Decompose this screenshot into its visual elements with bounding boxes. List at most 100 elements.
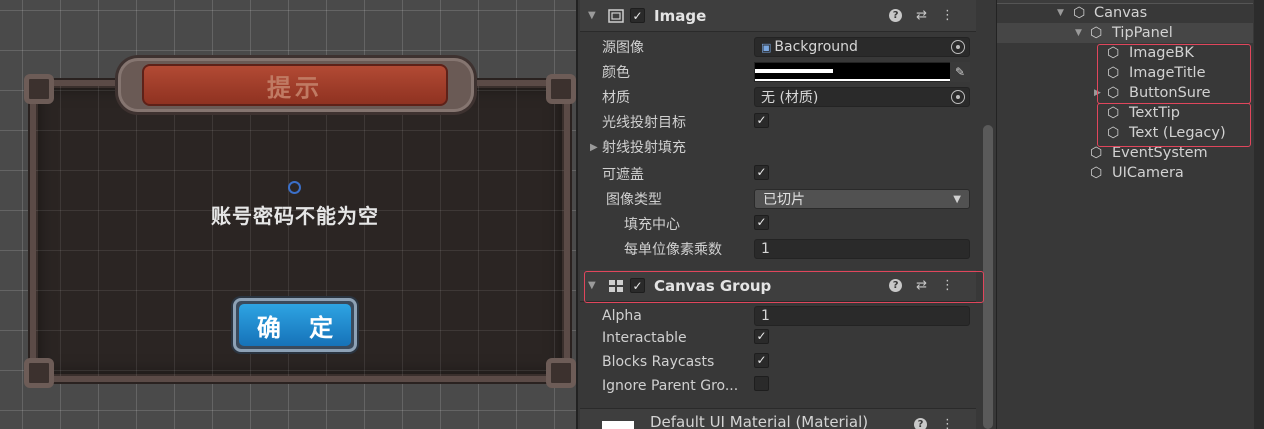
blocks-raycasts-label: Blocks Raycasts (602, 354, 715, 370)
material-row: 材质 无 (材质) (602, 86, 974, 108)
maskable-checkbox[interactable]: ✓ (754, 164, 769, 180)
expand-arrow-icon[interactable]: ▼ (1075, 28, 1082, 38)
ppu-multiplier-row: 每单位像素乘数 1 (602, 238, 974, 260)
foldout-arrow-icon[interactable]: ▼ (588, 280, 596, 291)
expand-arrow-icon[interactable]: ▶ (1094, 88, 1101, 98)
image-type-dropdown[interactable]: 已切片 ▼ (754, 189, 970, 209)
panel-corner-ornament (24, 74, 54, 104)
interactable-row: Interactable ✓ (602, 327, 974, 349)
hierarchy-item-texttip[interactable]: ⬡ TextTip (997, 103, 1253, 123)
interactable-checkbox[interactable]: ✓ (754, 328, 769, 344)
more-menu-icon[interactable]: ⋮ (941, 8, 954, 23)
more-menu-icon[interactable]: ⋮ (941, 278, 954, 293)
help-icon[interactable]: ? (914, 418, 927, 429)
help-icon[interactable]: ? (889, 279, 903, 292)
panel-corner-ornament (546, 74, 576, 104)
raycast-padding-row[interactable]: ▶ 射线投射填充 (590, 136, 974, 158)
hierarchy-item-label: EventSystem (1112, 145, 1208, 161)
ignore-parent-groups-checkbox[interactable] (754, 376, 769, 391)
expand-arrow-icon[interactable]: ▼ (1057, 8, 1064, 18)
image-component-header[interactable]: ▼ ✓ Image ? ⇄ ⋮ (580, 0, 976, 32)
hierarchy-item-imagebk[interactable]: ⬡ ImageBK (997, 43, 1253, 63)
material-label: 材质 (602, 90, 630, 106)
eyedropper-icon[interactable]: ✎ (950, 62, 970, 82)
hierarchy-item-label: ButtonSure (1129, 85, 1211, 101)
ppu-multiplier-field[interactable]: 1 (754, 239, 970, 259)
material-value: 无 (材质) (761, 90, 819, 106)
ppu-multiplier-label: 每单位像素乘数 (624, 242, 722, 258)
fill-center-row: 填充中心 ✓ (602, 213, 974, 235)
inspector-scrollbar[interactable] (983, 125, 993, 429)
hierarchy-item-text-legacy[interactable]: ⬡ Text (Legacy) (997, 123, 1253, 143)
blocks-raycasts-checkbox[interactable]: ✓ (754, 352, 769, 368)
hierarchy-item-label: TextTip (1129, 105, 1180, 121)
image-type-row: 图像类型 已切片 ▼ (602, 188, 974, 210)
more-menu-icon[interactable]: ⋮ (941, 417, 954, 429)
tip-message: 账号密码不能为空 (211, 204, 379, 228)
hierarchy-item-label: TipPanel (1112, 25, 1173, 41)
material-field[interactable]: 无 (材质) (754, 87, 970, 107)
hierarchy-item-imagetitle[interactable]: ⬡ ImageTitle (997, 63, 1253, 83)
canvas-group-header[interactable]: ▼ ✓ Canvas Group ? ⇄ ⋮ (580, 270, 976, 302)
gameobject-cube-icon: ⬡ (1090, 24, 1103, 41)
gameobject-cube-icon: ⬡ (1107, 84, 1120, 101)
pivot-gizmo-icon[interactable] (288, 181, 301, 194)
image-enabled-checkbox[interactable]: ✓ (630, 8, 645, 23)
foldout-arrow-icon[interactable]: ▶ (590, 142, 598, 153)
gameobject-cube-icon: ⬡ (1107, 124, 1120, 141)
hierarchy-item-label: Text (Legacy) (1129, 125, 1226, 141)
raycast-target-checkbox[interactable]: ✓ (754, 112, 769, 128)
scene-view[interactable]: 提示 账号密码不能为空 确 定 (0, 0, 576, 429)
gameobject-cube-icon: ⬡ (1090, 144, 1103, 161)
color-label: 颜色 (602, 65, 630, 81)
interactable-label: Interactable (602, 330, 687, 346)
alpha-field[interactable]: 1 (754, 306, 970, 326)
hierarchy-scrollbar[interactable] (1254, 0, 1264, 429)
raycast-padding-label[interactable]: 射线投射填充 (602, 137, 686, 157)
confirm-button-face[interactable]: 确 定 (239, 304, 351, 346)
hierarchy-item-label: ImageBK (1129, 45, 1194, 61)
canvas-group-enabled-checkbox[interactable]: ✓ (630, 278, 645, 293)
color-field[interactable]: ✎ (754, 62, 970, 82)
default-material-name: Default UI Material (Material) (650, 413, 869, 429)
blocks-raycasts-row: Blocks Raycasts ✓ (602, 351, 974, 373)
hierarchy-item-label: Canvas (1094, 5, 1148, 21)
hierarchy-panel: ▼ ⬡ Canvas ▼ ⬡ TipPanel ⬡ ImageBK ⬡ Imag… (996, 0, 1264, 429)
default-material-header[interactable]: Default UI Material (Material) ? ⋮ (580, 408, 976, 429)
hierarchy-item-canvas[interactable]: ▼ ⬡ Canvas (997, 3, 1253, 23)
object-picker-icon[interactable] (951, 40, 965, 54)
raycast-target-row: 光线投射目标 ✓ (602, 111, 974, 133)
alpha-row: Alpha 1 (602, 305, 974, 327)
source-image-field[interactable]: ▣ Background (754, 37, 970, 57)
ignore-parent-groups-row: Ignore Parent Gro... (602, 375, 974, 397)
hierarchy-item-eventsystem[interactable]: ⬡ EventSystem (997, 143, 1253, 163)
alpha-label: Alpha (602, 308, 642, 324)
confirm-button-label: 确 定 (256, 313, 344, 342)
material-preview-icon (602, 421, 634, 429)
hierarchy-item-uicamera[interactable]: ⬡ UICamera (997, 163, 1253, 183)
source-image-value: Background (774, 39, 858, 55)
image-type-value: 已切片 (763, 192, 805, 208)
hierarchy-item-label: ImageTitle (1129, 65, 1206, 81)
alpha-value: 1 (761, 308, 770, 324)
ppu-multiplier-value: 1 (761, 241, 770, 257)
help-icon[interactable]: ? (889, 9, 903, 22)
panel-title: 提示 (267, 73, 323, 102)
fill-center-checkbox[interactable]: ✓ (754, 214, 769, 230)
hierarchy-item-buttonsure[interactable]: ▶ ⬡ ButtonSure (997, 83, 1253, 103)
preset-sliders-icon[interactable]: ⇄ (916, 8, 927, 23)
foldout-arrow-icon[interactable]: ▼ (588, 10, 596, 21)
panel-corner-ornament (546, 358, 576, 388)
object-picker-icon[interactable] (951, 90, 965, 104)
alpha-bar (755, 79, 951, 81)
title-banner: 提示 (142, 64, 448, 106)
preset-sliders-icon[interactable]: ⇄ (916, 278, 927, 293)
image-component-title: Image (654, 6, 707, 25)
panel-corner-ornament (24, 358, 54, 388)
hierarchy-item-tippanel[interactable]: ▼ ⬡ TipPanel (997, 23, 1253, 43)
image-type-label: 图像类型 (606, 192, 662, 208)
canvas-group-icon (607, 278, 625, 294)
gameobject-cube-icon: ⬡ (1107, 44, 1120, 61)
fill-center-label: 填充中心 (624, 217, 680, 233)
confirm-button[interactable]: 确 定 (233, 298, 357, 352)
